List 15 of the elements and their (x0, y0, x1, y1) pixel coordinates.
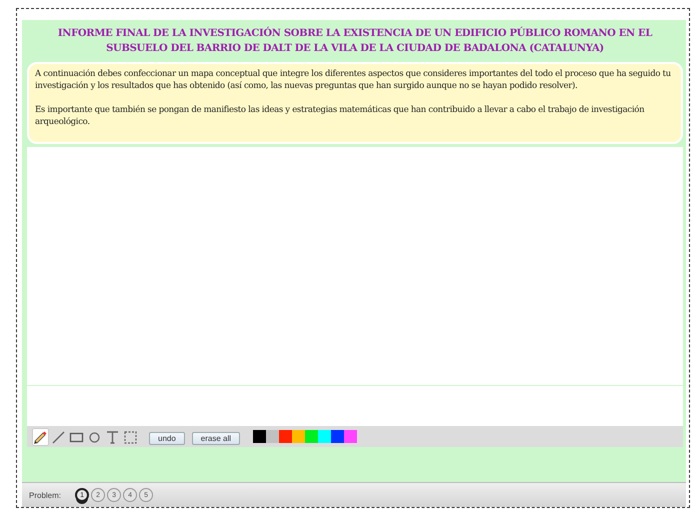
instruction-paragraph: Es importante que también se pongan de manifiesto las ideas y estrategias matemáticas que han contribuido a llevar a cabo el trabajo de investigación arqueológico. (35, 104, 646, 128)
erase-button[interactable]: erase all (192, 432, 240, 444)
color-swatch[interactable] (344, 430, 358, 443)
problem-label: Problem: (29, 490, 62, 500)
report-title: INFORME FINAL DE LA INVESTIGACIÓN SOBRE LA EXISTENCIA DE UN EDIFICIO PÚBLICO ROMANO EN EL SUBSUELO DEL BARRIO DE DALT DE LA VILA DE LA CIUDAD DE BADALONA (CATALUNYA) (56, 26, 654, 56)
color-swatch[interactable] (279, 430, 292, 443)
color-swatch[interactable] (318, 430, 332, 443)
color-swatch[interactable] (305, 430, 318, 443)
color-swatch[interactable] (292, 430, 306, 443)
instruction-paragraph: A continuación debes confeccionar un mapa conceptual que integre los diferentes aspectos que consideres importantes del todo el proceso que ha seguido tu investigación y los resultados que has obtenido (así como, las nuevas preguntas que han surgido aunque no se hayan podido resolver). (35, 68, 672, 92)
pencil-tool-icon[interactable] (32, 428, 49, 446)
color-swatch[interactable] (253, 430, 266, 443)
color-swatch[interactable] (266, 430, 280, 443)
color-swatch[interactable] (331, 430, 344, 443)
undo-button[interactable]: undo (149, 432, 185, 444)
